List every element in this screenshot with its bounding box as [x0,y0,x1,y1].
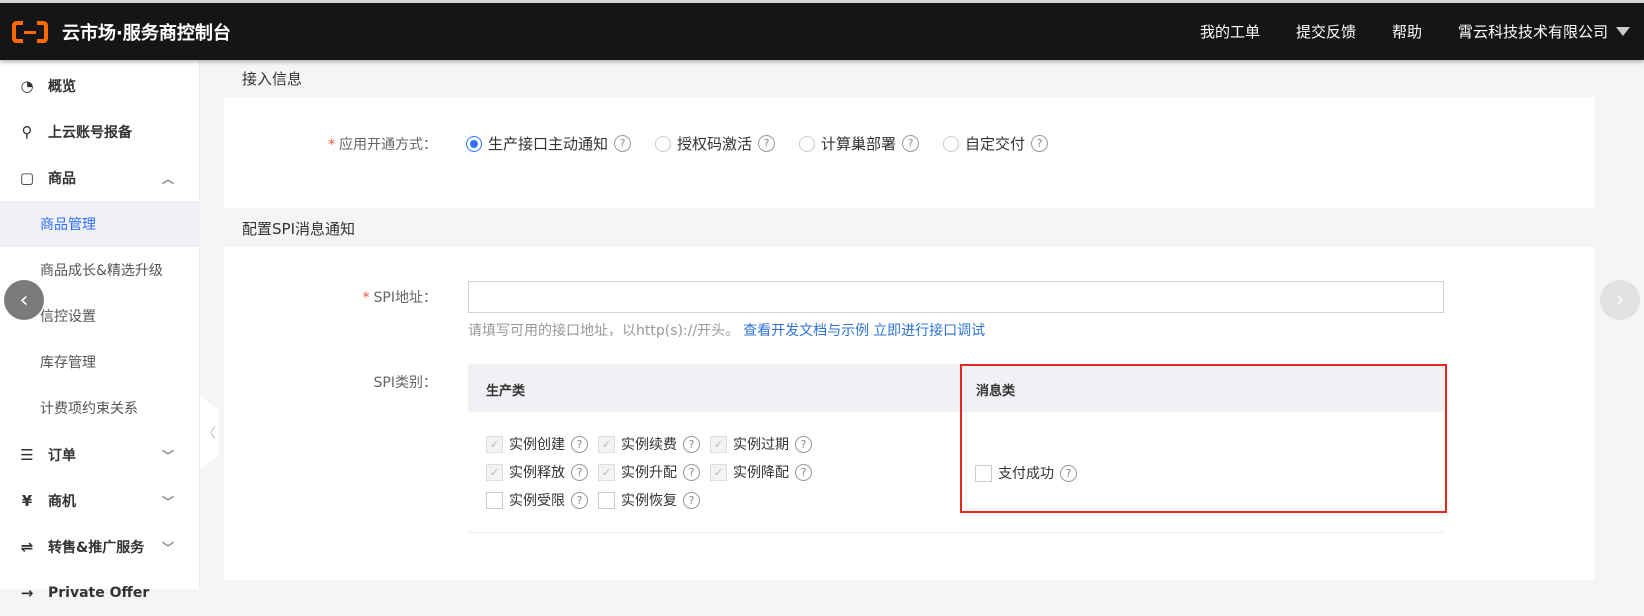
sidebar-item-label: 订单 [48,448,76,464]
activation-method-radio-group: 生产接口主动通知? 授权码激活? 计算巢部署? 自定交付? [466,133,1072,154]
nav-help[interactable]: 帮助 [1392,21,1422,42]
help-icon[interactable]: ? [1031,135,1049,152]
help-icon[interactable]: ? [614,135,632,152]
help-icon[interactable]: ? [795,435,812,453]
prev-arrow-button[interactable]: ‹ [4,280,44,320]
spi-address-help: 请填写可用的接口地址，以http(s)://开头。 查看开发文档与示例 立即进行接口… [468,323,986,339]
pie-chart-icon: ◔ [20,77,34,95]
chevron-down-icon: ﹀ [161,494,174,509]
help-icon[interactable]: ? [758,135,776,152]
sidebar-item-label: 商品 [48,171,76,187]
help-icon[interactable]: ? [571,491,588,509]
sidebar-item-products[interactable]: ▢ 商品 ︿ [0,155,200,201]
sidebar-item-label: Private Offer [48,585,150,601]
caret-down-icon[interactable] [1616,27,1630,36]
chevron-down-icon: ﹀ [161,540,174,555]
brand-title[interactable]: 云市场·服务商控制台 [62,19,231,45]
document-icon: ☰ [20,446,34,464]
sidebar-item-label: 概览 [48,79,76,95]
sidebar-item-label: 计费项约束关系 [40,401,138,417]
checkbox-instance-upgrade[interactable]: ✓ 实例升配? [598,462,700,482]
sidebar-item-billing-constraints[interactable]: 计费项约束关系 [0,385,200,431]
spi-type-label: SPI类别： [373,375,437,391]
checkbox-row: ✓ 实例释放? ✓ 实例升配? ✓ 实例降配? [486,462,822,482]
help-icon[interactable]: ? [902,135,920,152]
account-menu[interactable]: 霄云科技技术有限公司 [1458,21,1608,42]
help-icon[interactable]: ? [683,463,700,481]
production-column-title: 生产类 [486,384,526,399]
activation-method-label: * 应用开通方式： [328,137,437,153]
sidebar-item-product-management[interactable]: 商品管理 [0,201,200,247]
radio-auth-code[interactable]: 授权码激活? [655,133,776,154]
sidebar-item-label: 上云账号报备 [48,125,132,141]
sidebar-item-label: 商品成长&精选升级 [40,263,163,279]
api-debug-link[interactable]: 立即进行接口调试 [873,323,985,339]
radio-compute-nest[interactable]: 计算巢部署? [799,133,920,154]
arrow-icon: → [20,584,34,602]
section-access-info-title: 接入信息 [224,60,1594,97]
sidebar-item-account-report[interactable]: ⚲ 上云账号报备 [0,109,200,155]
spi-address-input[interactable] [468,281,1444,313]
checkbox-instance-restore[interactable]: 实例恢复? [598,490,700,510]
right-gutter [1594,60,1644,589]
chevron-down-icon: ﹀ [161,448,174,463]
help-icon[interactable]: ? [571,463,588,481]
spi-address-label: * SPI地址： [362,290,437,306]
sidebar-collapse-handle[interactable]: 〈 [200,395,218,470]
bag-icon: ▢ [19,169,35,187]
help-icon[interactable]: ? [795,463,812,481]
highlight-box [960,364,1447,513]
sidebar-item-label: 转售&推广服务 [48,540,145,556]
sidebar-item-label: 商机 [48,494,76,510]
sidebar-item-resale[interactable]: ⇌ 转售&推广服务 ﹀ [0,524,200,570]
divider [468,532,1444,533]
help-icon[interactable]: ? [683,435,700,453]
checkbox-instance-renew[interactable]: ✓ 实例续费? [598,434,700,454]
dev-docs-link[interactable]: 查看开发文档与示例 [743,323,869,339]
sidebar-item-opportunities[interactable]: ¥ 商机 ﹀ [0,478,200,524]
radio-custom-delivery[interactable]: 自定交付? [943,133,1049,154]
nav-feedback[interactable]: 提交反馈 [1296,21,1356,42]
checkbox-instance-expire[interactable]: ✓ 实例过期? [710,434,812,454]
checkbox-instance-release[interactable]: ✓ 实例释放? [486,462,588,482]
help-icon[interactable]: ? [683,491,700,509]
sidebar-item-orders[interactable]: ☰ 订单 ﹀ [0,432,200,478]
aliyun-logo-icon [12,21,48,43]
radio-production-api[interactable]: 生产接口主动通知? [466,133,632,154]
nav-my-tickets[interactable]: 我的工单 [1200,21,1260,42]
sidebar: ◔ 概览 ⚲ 上云账号报备 ▢ 商品 ︿ 商品管理 商品成长&精选升级 信控设置 库存管… [0,60,200,602]
section-spi-title: 配置SPI消息通知 [224,210,1594,247]
top-bar: 云市场·服务商控制台 我的工单 提交反馈 帮助 霄云科技技术有限公司 [0,3,1644,60]
checkbox-row: 实例受限? 实例恢复? [486,490,710,510]
next-arrow-button[interactable]: › [1600,280,1640,320]
sidebar-item-label: 信控设置 [40,309,96,325]
checkbox-instance-downgrade[interactable]: ✓ 实例降配? [710,462,812,482]
swap-icon: ⇌ [20,538,34,556]
sidebar-item-label: 商品管理 [40,217,96,233]
sidebar-item-label: 库存管理 [40,355,96,371]
chevron-up-icon: ︿ [161,171,174,186]
sidebar-item-overview[interactable]: ◔ 概览 [0,63,200,109]
sidebar-item-inventory[interactable]: 库存管理 [0,339,200,385]
sidebar-item-private-offer[interactable]: → Private Offer [0,570,200,616]
checkbox-row: ✓ 实例创建? ✓ 实例续费? ✓ 实例过期? [486,434,822,454]
user-icon: ⚲ [21,123,33,141]
yen-icon: ¥ [21,492,33,510]
checkbox-instance-create[interactable]: ✓ 实例创建? [486,434,588,454]
help-icon[interactable]: ? [571,435,588,453]
checkbox-instance-restricted[interactable]: 实例受限? [486,490,588,510]
